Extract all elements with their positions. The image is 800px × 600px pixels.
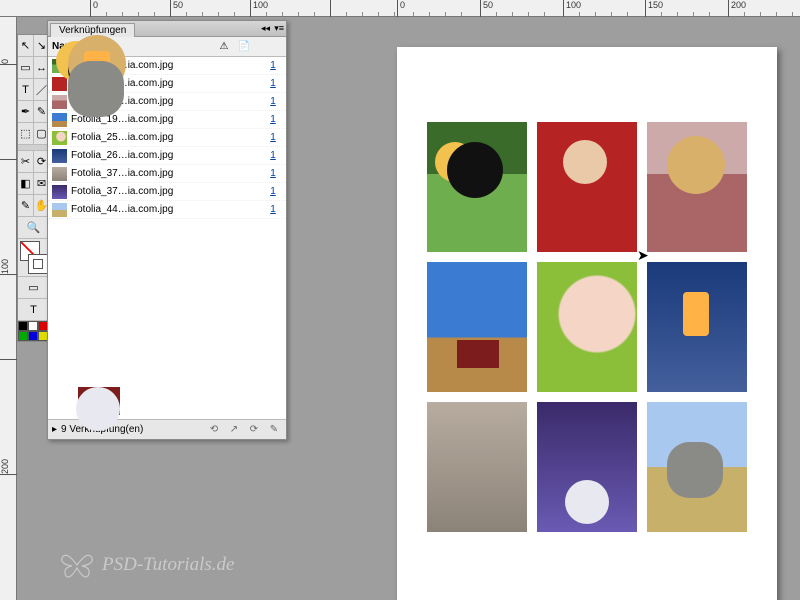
update-link-button[interactable]: ⟳ — [246, 423, 262, 437]
link-row[interactable]: Fotolia_44…ia.com.jpg 1 — [48, 201, 286, 219]
link-page-number[interactable]: 1 — [264, 78, 282, 89]
placed-image[interactable] — [537, 402, 637, 532]
placed-image[interactable] — [427, 122, 527, 252]
relink-button[interactable]: ⟲ — [206, 423, 222, 437]
link-page-number[interactable]: 1 — [264, 132, 282, 143]
link-thumbnail — [52, 95, 67, 109]
link-page-number[interactable]: 1 — [264, 114, 282, 125]
link-page-number[interactable]: 1 — [264, 96, 282, 107]
horizontal-ruler: 050100050100150200 — [0, 0, 800, 17]
placed-image[interactable] — [537, 122, 637, 252]
fill-stroke-control[interactable] — [18, 239, 50, 277]
watermark: PSD-Tutorials.de — [60, 550, 234, 580]
link-filename: Fotolia_25…ia.com.jpg — [71, 132, 226, 143]
toolbox: ↖ ↘ ▭ ↔ T ／ ✒ ✎ ⬚ ▢ ✂ ⟳ ◧ ✉ ✎ ✋ 🔍 ▭ T — [17, 34, 51, 342]
scissors-tool[interactable]: ✂ — [18, 151, 34, 173]
link-filename: Fotolia_26…ia.com.jpg — [71, 150, 226, 161]
link-page-number[interactable]: 1 — [264, 204, 282, 215]
placed-image[interactable] — [647, 262, 747, 392]
swatch[interactable] — [28, 331, 38, 341]
format-text-btn[interactable]: T — [18, 299, 50, 321]
link-filename: Fotolia_37…ia.com.jpg — [71, 168, 226, 179]
link-thumbnail — [52, 149, 67, 163]
placed-image[interactable] — [647, 122, 747, 252]
color-swatches — [18, 321, 50, 341]
link-page-number[interactable]: 1 — [264, 150, 282, 161]
frame-tool[interactable]: ⬚ — [18, 123, 34, 145]
watermark-text: PSD-Tutorials.de — [102, 554, 234, 576]
placed-image[interactable] — [647, 402, 747, 532]
vertical-ruler: 0100200 — [0, 17, 17, 600]
link-filename: Fotolia_44…ia.com.jpg — [71, 204, 226, 215]
link-filename: Fotolia_37…ia.com.jpg — [71, 186, 226, 197]
links-list[interactable]: Fotolia_16…ia.com.jpg1Fotolia_17…ia.com.… — [48, 57, 286, 419]
placed-image[interactable] — [537, 262, 637, 392]
link-thumbnail — [52, 167, 67, 181]
panel-menu-icon[interactable]: ▾≡ — [274, 23, 284, 34]
column-page-icon: 📄 — [234, 41, 254, 52]
expand-icon[interactable]: ▸ — [52, 424, 57, 435]
swatch[interactable] — [28, 321, 38, 331]
link-page-number[interactable]: 1 — [264, 186, 282, 197]
goto-link-button[interactable]: ↗ — [226, 423, 242, 437]
stroke-swatch[interactable] — [28, 254, 48, 274]
link-row[interactable]: Fotolia_25…ia.com.jpg 1 — [48, 129, 286, 147]
gradient-tool[interactable]: ◧ — [18, 173, 34, 195]
collapse-icon[interactable]: ◂◂ — [261, 23, 270, 34]
format-container-btn[interactable]: ▭ — [18, 277, 50, 299]
panel-tab-bar: Verknüpfungen ◂◂ ▾≡ — [48, 21, 286, 37]
link-row[interactable]: Fotolia_37…ia.com.jpg 1 — [48, 183, 286, 201]
link-row[interactable]: Fotolia_37…ia.com.jpg 1 — [48, 165, 286, 183]
zoom-tool[interactable]: 🔍 — [18, 217, 50, 239]
butterfly-icon — [60, 550, 94, 580]
image-grid — [427, 122, 747, 532]
edit-original-button[interactable]: ✎ — [266, 423, 282, 437]
link-thumbnail — [52, 203, 67, 217]
placed-image[interactable] — [427, 402, 527, 532]
links-count-label: 9 Verknüpfung(en) — [61, 424, 202, 435]
type-tool[interactable]: T — [18, 79, 34, 101]
link-thumbnail — [52, 185, 67, 199]
link-thumbnail — [52, 113, 67, 127]
swatch[interactable] — [18, 321, 28, 331]
document-page[interactable]: ➤ — [397, 47, 777, 600]
page-tool[interactable]: ▭ — [18, 57, 34, 79]
eyedropper-tool[interactable]: ✎ — [18, 195, 34, 217]
placed-image[interactable] — [427, 262, 527, 392]
link-thumbnail — [52, 77, 67, 91]
links-panel: Verknüpfungen ◂◂ ▾≡ Name ⚠ 📄 Fotolia_16…… — [47, 20, 287, 440]
link-thumbnail — [52, 131, 67, 145]
pen-tool[interactable]: ✒ — [18, 101, 34, 123]
link-page-number[interactable]: 1 — [264, 60, 282, 71]
link-row[interactable]: Fotolia_26…ia.com.jpg 1 — [48, 147, 286, 165]
link-thumbnail — [52, 59, 67, 73]
selection-tool[interactable]: ↖ — [18, 35, 34, 57]
swatch[interactable] — [18, 331, 28, 341]
link-page-number[interactable]: 1 — [264, 168, 282, 179]
column-status-icon: ⚠ — [214, 41, 234, 52]
